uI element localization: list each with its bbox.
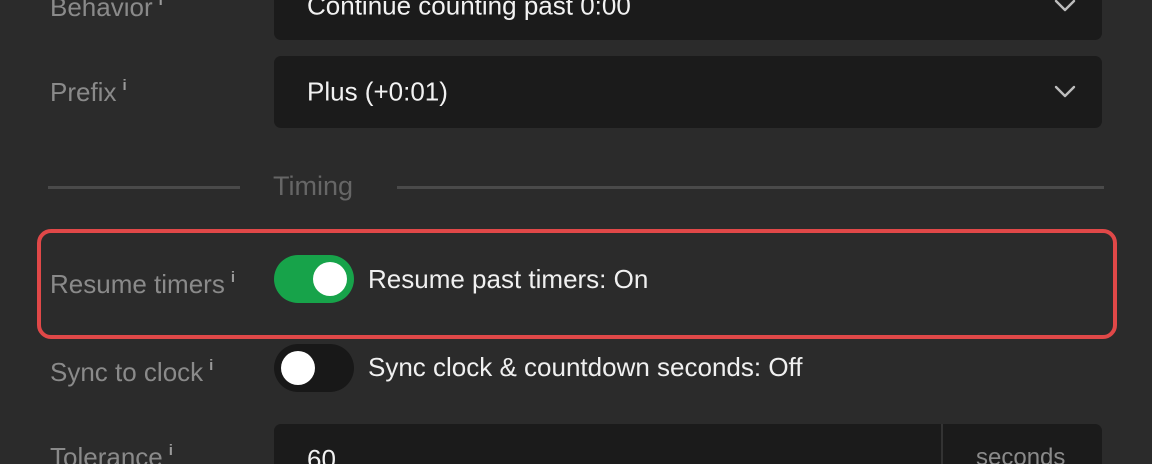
- info-icon[interactable]: i: [122, 77, 126, 94]
- prefix-label: Prefix i: [50, 77, 127, 108]
- resume-timers-label-text: Resume timers: [50, 269, 225, 299]
- resume-timers-status: Resume past timers: On: [368, 264, 649, 294]
- behavior-select-value: Continue counting past 0:00: [307, 0, 631, 21]
- settings-panel: Behavior i Continue counting past 0:00 Pr…: [0, 0, 1152, 464]
- sync-to-clock-toggle[interactable]: [274, 344, 354, 392]
- resume-timers-toggle[interactable]: [274, 255, 354, 303]
- section-divider-left: [48, 186, 240, 189]
- sync-to-clock-label-text: Sync to clock: [50, 357, 204, 387]
- prefix-select-value: Plus (+0:01): [307, 76, 448, 107]
- tolerance-input-value[interactable]: 60: [307, 444, 336, 464]
- behavior-label-text: Behavior: [50, 0, 153, 22]
- toggle-knob: [281, 351, 315, 385]
- prefix-select[interactable]: Plus (+0:01): [274, 56, 1102, 128]
- info-icon[interactable]: i: [209, 357, 213, 374]
- section-title-timing: Timing: [273, 171, 354, 201]
- prefix-label-text: Prefix: [50, 77, 117, 107]
- behavior-select[interactable]: Continue counting past 0:00: [274, 0, 1102, 40]
- section-divider-right: [397, 186, 1104, 189]
- info-icon[interactable]: i: [169, 442, 173, 459]
- tolerance-unit: seconds: [976, 444, 1066, 464]
- sync-to-clock-status: Sync clock & countdown seconds: Off: [368, 352, 803, 382]
- chevron-down-icon: [1054, 85, 1076, 98]
- resume-timers-label: Resume timers i: [50, 269, 235, 300]
- tolerance-label: Tolerance i: [50, 442, 173, 464]
- behavior-label: Behavior i: [50, 0, 163, 23]
- tolerance-input[interactable]: 60 seconds: [274, 424, 1102, 464]
- input-separator: [941, 424, 943, 464]
- chevron-down-icon: [1054, 0, 1076, 12]
- toggle-knob: [313, 262, 347, 296]
- info-icon[interactable]: i: [159, 0, 163, 9]
- tolerance-label-text: Tolerance: [50, 442, 163, 464]
- sync-to-clock-label: Sync to clock i: [50, 357, 213, 388]
- info-icon[interactable]: i: [231, 269, 235, 286]
